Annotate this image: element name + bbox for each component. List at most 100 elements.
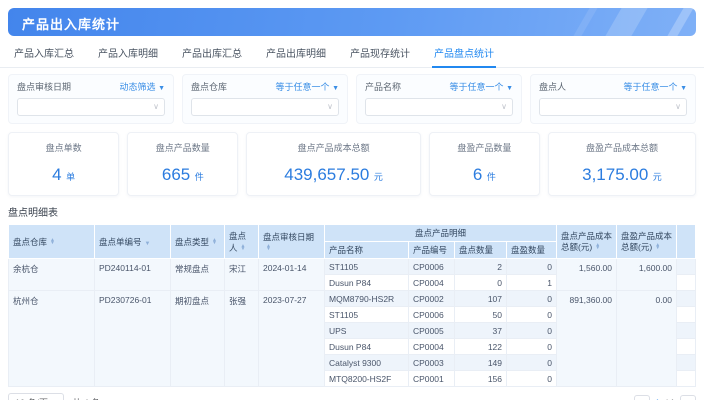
product-name-cell: MTQ8200-HS2F: [325, 371, 409, 387]
stat-card-unit: 元: [650, 172, 662, 182]
product-name-cell: UPS: [325, 323, 409, 339]
caret-down-icon: ▼: [158, 85, 165, 92]
sort-icon[interactable]: ▲▼: [50, 239, 55, 246]
order-audit-date-cell: 2023-07-27: [259, 291, 325, 387]
sort-icon[interactable]: ▲▼: [655, 244, 660, 251]
product-code-cell: CP0004: [409, 275, 455, 291]
tab-3[interactable]: 产品出库汇总: [180, 43, 244, 67]
order-warehouse-cell: 杭州仓: [9, 291, 95, 387]
stat-card-label: 盘盈产品成本总额: [551, 141, 693, 154]
filter-operator-link[interactable]: 等于任意一个 ▼: [276, 80, 339, 93]
page: 产品出入库统计 产品入库汇总产品入库明细产品出库汇总产品出库明细产品现存统计产品…: [0, 8, 704, 400]
product-code-cell: CP0001: [409, 371, 455, 387]
sort-icon[interactable]: ▲▼: [595, 244, 600, 251]
filter-label: 产品名称: [365, 80, 401, 93]
order-person-cell: 宋江: [225, 259, 259, 291]
tab-4[interactable]: 产品出库明细: [264, 43, 328, 67]
order-audit-date-cell: 2024-01-14: [259, 259, 325, 291]
table-section: 盘点明细表 盘点仓库▲▼盘点单编号▼盘点类型▲▼盘点人▲▼盘点审核日期▲▼盘点产…: [8, 204, 696, 387]
sort-desc-icon: ▼: [595, 247, 600, 251]
filter-header-row: 盘点仓库 等于任意一个 ▼: [191, 80, 339, 93]
stat-card-unit: 元: [371, 172, 383, 182]
count-qty-cell: 122: [455, 339, 507, 355]
tab-1[interactable]: 产品入库汇总: [12, 43, 76, 67]
filter-operator-link[interactable]: 等于任意一个 ▼: [624, 80, 687, 93]
total-count: 共 4 条: [72, 396, 100, 400]
col-header[interactable]: 盘点审核日期▲▼: [259, 225, 325, 259]
header-row-1: 盘点仓库▲▼盘点单编号▼盘点类型▲▼盘点人▲▼盘点审核日期▲▼盘点产品明细盘点产…: [9, 225, 696, 242]
tab-2[interactable]: 产品入库明细: [96, 43, 160, 67]
sub-col-header[interactable]: 产品编号: [409, 242, 455, 259]
banner-decoration: [655, 8, 696, 36]
stat-card-value: 4 单: [11, 165, 116, 185]
surplus-qty-cell: 0: [507, 323, 557, 339]
filter-operator-link[interactable]: 动态筛选 ▼: [120, 80, 165, 93]
filter-select[interactable]: ∨: [17, 98, 165, 116]
filler-cell: [677, 259, 696, 275]
sort-desc-icon: ▼: [241, 248, 246, 252]
filter-operator-link[interactable]: 等于任意一个 ▼: [450, 80, 513, 93]
stat-card-1: 盘点单数 4 单: [8, 132, 119, 196]
stat-card-value: 439,657.50 元: [249, 165, 417, 185]
amount-col-header[interactable]: 盘盈产品成本总额(元)▲▼: [617, 225, 677, 259]
col-header[interactable]: 盘点仓库▲▼: [9, 225, 95, 259]
stat-card-unit: 件: [192, 172, 204, 182]
filter-select[interactable]: ∨: [365, 98, 513, 116]
sort-desc-icon: ▼: [212, 242, 217, 246]
product-code-cell: CP0002: [409, 291, 455, 307]
order-type-cell: 常规盘点: [171, 259, 225, 291]
page-header-banner: 产品出入库统计: [8, 8, 696, 36]
col-header[interactable]: 盘点人▲▼: [225, 225, 259, 259]
stat-card-value: 6 件: [432, 165, 537, 185]
surplus-qty-cell: 0: [507, 339, 557, 355]
sub-col-header[interactable]: 盘盈数量: [507, 242, 557, 259]
stat-card-label: 盘点产品成本总额: [249, 141, 417, 154]
product-code-cell: CP0005: [409, 323, 455, 339]
product-code-cell: CP0004: [409, 339, 455, 355]
stat-card-4: 盘盈产品数量6 件: [429, 132, 540, 196]
count-qty-cell: 2: [455, 259, 507, 275]
filter-header-row: 产品名称 等于任意一个 ▼: [365, 80, 513, 93]
col-header[interactable]: 盘点单编号▼: [95, 225, 171, 259]
filter-label: 盘点人: [539, 80, 566, 93]
order-no-cell: PD240114-01: [95, 259, 171, 291]
sort-icon[interactable]: ▲▼: [266, 245, 271, 252]
filter-select[interactable]: ∨: [539, 98, 687, 116]
sub-col-header[interactable]: 盘点数量: [455, 242, 507, 259]
page-size-label: 10 条/页: [15, 396, 48, 400]
filter-select[interactable]: ∨: [191, 98, 339, 116]
filter-header-row: 盘点人 等于任意一个 ▼: [539, 80, 687, 93]
sub-col-header[interactable]: 产品名称: [325, 242, 409, 259]
tab-5[interactable]: 产品现存统计: [348, 43, 412, 67]
surplus-qty-cell: 0: [507, 371, 557, 387]
filler-cell: [677, 323, 696, 339]
col-header[interactable]: 盘点类型▲▼: [171, 225, 225, 259]
order-no-cell: PD230726-01: [95, 291, 171, 387]
filter-label: 盘点仓库: [191, 80, 227, 93]
stat-card-label: 盘点单数: [11, 141, 116, 154]
stat-card-3: 盘点产品成本总额 439,657.50 元: [246, 132, 420, 196]
page-size-select[interactable]: 10 条/页 ∨: [8, 393, 64, 400]
filter-bar: 盘点审核日期动态筛选 ▼∨盘点仓库等于任意一个 ▼∨产品名称等于任意一个 ▼∨盘…: [8, 74, 696, 124]
next-page-button[interactable]: ›: [680, 395, 696, 400]
stat-card-label: 盘点产品数量: [130, 141, 235, 154]
filter-box-2: 盘点仓库 等于任意一个 ▼ ∨: [182, 74, 348, 124]
product-name-cell: Dusun P84: [325, 339, 409, 355]
count-qty-cell: 149: [455, 355, 507, 371]
order-person-cell: 张强: [225, 291, 259, 387]
filler-cell: [677, 355, 696, 371]
group-header: 盘点产品明细: [325, 225, 557, 242]
filter-header-row: 盘点审核日期动态筛选 ▼: [17, 80, 165, 93]
prev-page-button[interactable]: ‹: [634, 395, 650, 400]
tab-6[interactable]: 产品盘点统计: [432, 43, 496, 68]
table-row: 余杭仓PD240114-01常规盘点宋江2024-01-14ST1105CP00…: [9, 259, 696, 275]
sort-icon[interactable]: ▲▼: [241, 245, 246, 252]
sort-desc-icon: ▼: [266, 248, 271, 252]
table-head: 盘点仓库▲▼盘点单编号▼盘点类型▲▼盘点人▲▼盘点审核日期▲▼盘点产品明细盘点产…: [9, 225, 696, 259]
order-type-cell: 期初盘点: [171, 291, 225, 387]
chevron-down-icon: ∨: [675, 102, 681, 111]
column-filter-icon[interactable]: ▼: [145, 241, 151, 247]
sort-desc-icon: ▼: [655, 247, 660, 251]
amount-col-header[interactable]: 盘点产品成本总额(元)▲▼: [557, 225, 617, 259]
sort-icon[interactable]: ▲▼: [212, 239, 217, 246]
